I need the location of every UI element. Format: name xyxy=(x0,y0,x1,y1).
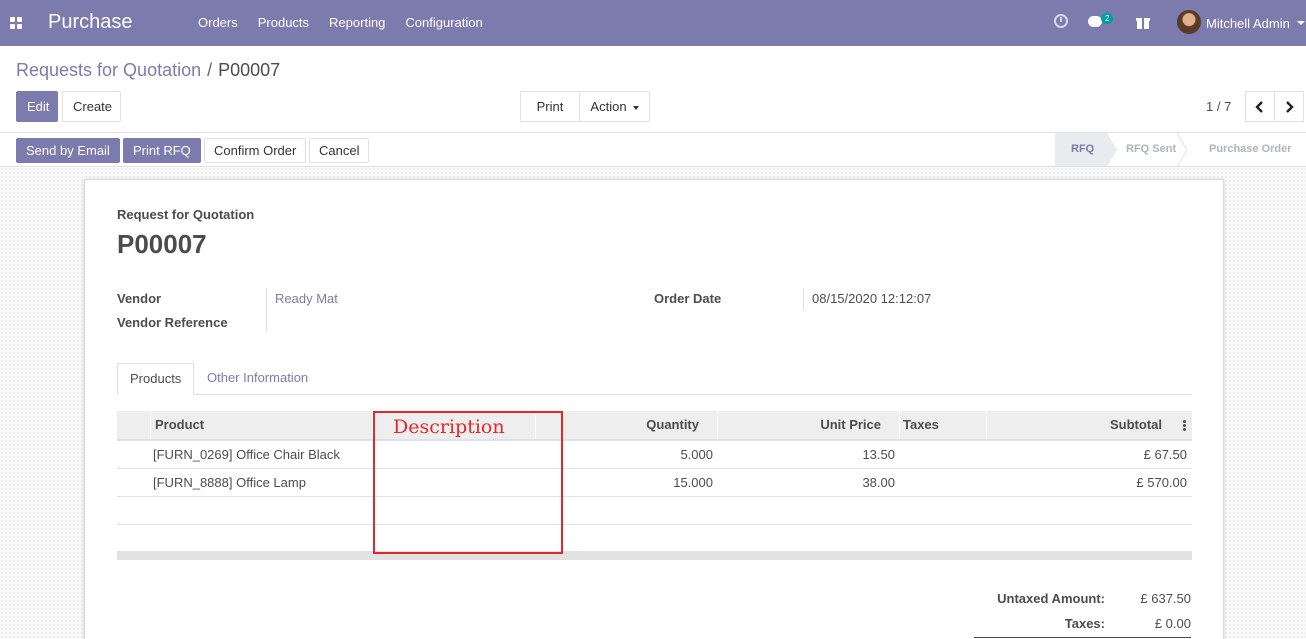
col-subtotal[interactable]: Subtotal xyxy=(986,411,1164,439)
cell-unit-price: 38.00 xyxy=(862,475,895,490)
user-avatar[interactable] xyxy=(1177,10,1201,34)
breadcrumb-parent[interactable]: Requests for Quotation xyxy=(16,60,201,80)
breadcrumb-current: P00007 xyxy=(218,60,281,80)
action-dropdown[interactable]: Action xyxy=(579,91,650,122)
order-date-field[interactable]: 08/15/2020 12:12:07 xyxy=(812,291,931,306)
menu-configuration[interactable]: Configuration xyxy=(395,0,492,46)
cell-product: [FURN_0269] Office Chair Black xyxy=(153,447,340,462)
confirm-order-button[interactable]: Confirm Order xyxy=(204,138,307,163)
vendor-label: Vendor xyxy=(117,291,162,306)
stage-divider-icon xyxy=(1176,133,1188,167)
print-label: Print xyxy=(536,99,564,114)
pager-previous-button[interactable] xyxy=(1245,91,1275,122)
document-type-label: Request for Quotation xyxy=(117,207,255,222)
table-header: Product Quantity Unit Price Taxes Subtot… xyxy=(117,411,1192,441)
send-by-email-button[interactable]: Send by Email xyxy=(16,138,120,163)
notebook-tabs: Products Other Information xyxy=(117,363,1192,395)
action-label: Action xyxy=(590,99,627,114)
table-row-empty[interactable] xyxy=(117,524,1192,552)
form-statusbar: Send by Email Print RFQ Confirm Order Ca… xyxy=(0,132,1306,167)
table-footer xyxy=(117,552,1192,560)
annotation-label: Description xyxy=(393,416,505,438)
messaging-chat-icon[interactable] xyxy=(1088,16,1102,27)
pager-value[interactable]: 1 / 7 xyxy=(1206,99,1231,114)
untaxed-amount-label: Untaxed Amount: xyxy=(997,591,1105,606)
vendor-reference-field[interactable] xyxy=(275,315,475,331)
cell-unit-price: 13.50 xyxy=(862,447,895,462)
edit-button[interactable]: Edit xyxy=(16,91,58,122)
cancel-button[interactable]: Cancel xyxy=(309,138,370,163)
main-menu: Orders Products Reporting Configuration xyxy=(188,0,493,46)
field-separator xyxy=(803,288,804,311)
table-row[interactable]: [FURN_0269] Office Chair Black 5.000 13.… xyxy=(117,441,1192,469)
user-menu-caret-icon[interactable] xyxy=(1297,21,1305,25)
table-row[interactable]: [FURN_8888] Office Lamp 15.000 38.00 £ 5… xyxy=(117,469,1192,497)
breadcrumb: Requests for Quotation / P00007 xyxy=(16,60,280,81)
description-column-highlight: Description xyxy=(373,411,563,554)
breadcrumb-separator: / xyxy=(207,60,213,80)
taxes-value: £ 0.00 xyxy=(1154,616,1191,631)
pager-next-button[interactable] xyxy=(1274,91,1304,122)
cell-subtotal: £ 67.50 xyxy=(1143,447,1187,462)
taxes-label: Taxes: xyxy=(1064,616,1105,631)
menu-orders[interactable]: Orders xyxy=(188,0,248,46)
apps-menu-icon[interactable] xyxy=(10,17,22,29)
activity-clock-icon[interactable] xyxy=(1054,14,1068,28)
tab-other-information[interactable]: Other Information xyxy=(195,363,320,395)
cell-subtotal: £ 570.00 xyxy=(1136,475,1187,490)
totals-divider xyxy=(974,637,1191,638)
stage-arrow xyxy=(1107,133,1117,167)
tab-products[interactable]: Products xyxy=(117,363,195,395)
menu-products[interactable]: Products xyxy=(248,0,319,46)
print-rfq-button[interactable]: Print RFQ xyxy=(123,138,201,163)
chevron-left-icon xyxy=(1255,101,1263,113)
caret-down-icon xyxy=(632,105,639,110)
chat-count-badge: 2 xyxy=(1101,13,1114,24)
document-name: P00007 xyxy=(117,229,207,259)
table-row-empty[interactable] xyxy=(117,497,1192,525)
col-unit-price[interactable]: Unit Price xyxy=(717,411,899,439)
vendor-field[interactable]: Ready Mat xyxy=(275,291,338,306)
stage-purchase-order[interactable]: Purchase Order xyxy=(1209,133,1292,166)
top-navbar: Purchase Orders Products Reporting Confi… xyxy=(0,0,1306,46)
vendor-reference-label: Vendor Reference xyxy=(117,315,228,330)
app-name[interactable]: Purchase xyxy=(48,11,133,34)
print-dropdown[interactable]: Print xyxy=(520,91,580,139)
create-button[interactable]: Create xyxy=(62,91,121,122)
untaxed-amount-value: £ 637.50 xyxy=(1140,591,1191,606)
user-name[interactable]: Mitchell Admin xyxy=(1206,16,1290,31)
chevron-right-icon xyxy=(1286,101,1294,113)
field-separator xyxy=(266,288,267,332)
stage-rfq[interactable]: RFQ xyxy=(1055,133,1107,166)
order-date-label: Order Date xyxy=(654,291,722,306)
stage-rfq-sent[interactable]: RFQ Sent xyxy=(1126,133,1176,166)
form-sheet: Request for Quotation P00007 Vendor Vend… xyxy=(84,179,1224,639)
col-taxes[interactable]: Taxes xyxy=(899,411,986,439)
column-options-icon[interactable] xyxy=(1183,420,1186,431)
gift-icon[interactable] xyxy=(1136,15,1150,29)
cell-product: [FURN_8888] Office Lamp xyxy=(153,475,306,490)
col-product[interactable]: Product xyxy=(150,411,372,439)
menu-reporting[interactable]: Reporting xyxy=(319,0,395,46)
